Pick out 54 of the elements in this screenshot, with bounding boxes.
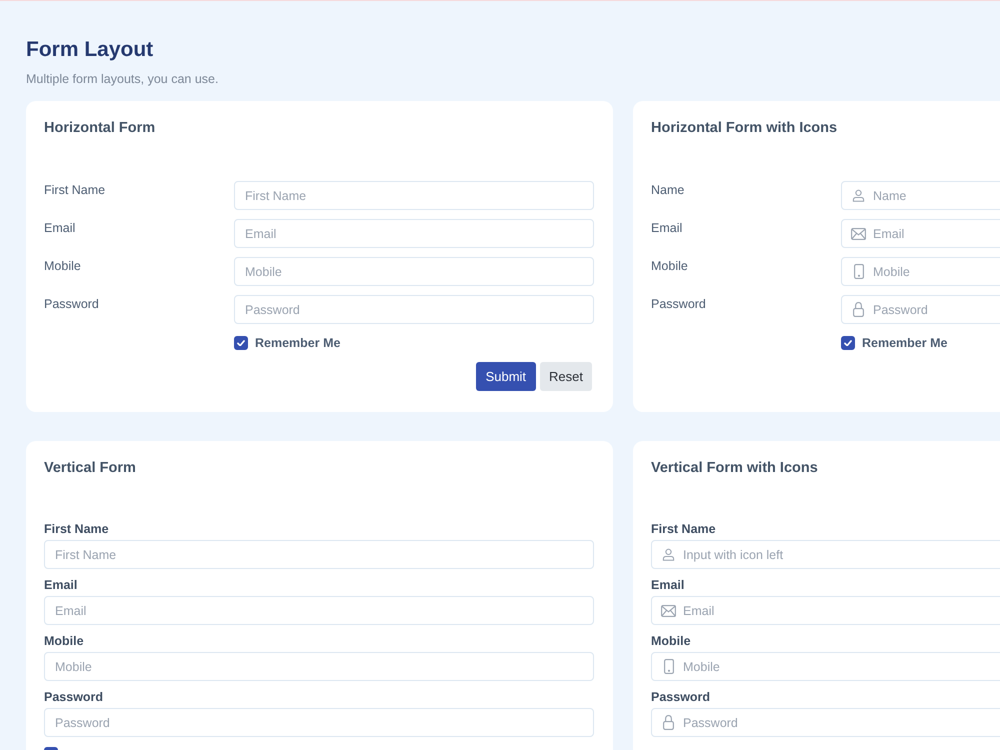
input-field[interactable]: Email [234,219,594,248]
field-label: Password [651,690,710,705]
input-field[interactable]: Mobile [44,652,594,681]
checkbox-label[interactable]: Remember Me [255,336,340,350]
input-field[interactable]: Mobile [651,652,1000,681]
input-field[interactable]: Email [44,596,594,625]
field-label: Name [651,182,684,198]
input-field[interactable]: Name [841,181,1000,210]
input-field[interactable]: First Name [234,181,594,210]
lock-icon [851,302,866,317]
field-label: Email [651,220,682,236]
lock-icon [661,715,676,730]
checkmark-icon [844,340,852,346]
field-label: Email [44,578,78,593]
field-label: Mobile [44,634,84,649]
reset-button[interactable]: Reset [540,362,592,391]
card-title: Vertical Form [44,459,136,478]
field-label: First Name [44,522,109,537]
input-field[interactable]: First Name [44,540,594,569]
field-label: First Name [651,522,716,537]
user-icon [851,188,866,203]
field-label: Email [44,220,76,236]
input-field[interactable]: Password [651,708,1000,737]
checkbox-label[interactable]: Remember Me [862,336,948,350]
input-field[interactable]: Password [44,708,594,737]
mail-icon [661,603,676,618]
checkbox[interactable] [841,336,855,350]
field-label: First Name [44,182,106,198]
field-label: Email [651,578,684,593]
phone-icon [661,659,676,674]
page-subtitle: Multiple form layouts, you can use. [26,71,218,87]
field-label: Password [44,296,99,312]
field-label: Mobile [651,258,688,274]
field-label: Password [651,296,706,312]
field-label: Mobile [44,258,81,274]
field-label: Mobile [651,634,691,649]
phone-icon [851,264,866,279]
input-field[interactable]: Email [651,596,1000,625]
input-field[interactable]: Mobile [234,257,594,286]
page-title: Form Layout [26,37,154,63]
input-field[interactable]: Password [234,295,594,324]
input-field[interactable]: Input with icon left [651,540,1000,569]
user-icon [661,547,676,562]
card-title: Horizontal Form with Icons [651,119,838,138]
checkbox[interactable] [234,336,248,350]
card-title: Vertical Form with Icons [651,459,818,478]
input-field[interactable]: Mobile [841,257,1000,286]
submit-button[interactable]: Submit [476,362,536,391]
field-label: Password [44,690,104,705]
card-title: Horizontal Form [44,119,156,138]
checkmark-icon [237,340,245,346]
input-field[interactable]: Password [841,295,1000,324]
input-field[interactable]: Email [841,219,1000,248]
mail-icon [851,226,866,241]
